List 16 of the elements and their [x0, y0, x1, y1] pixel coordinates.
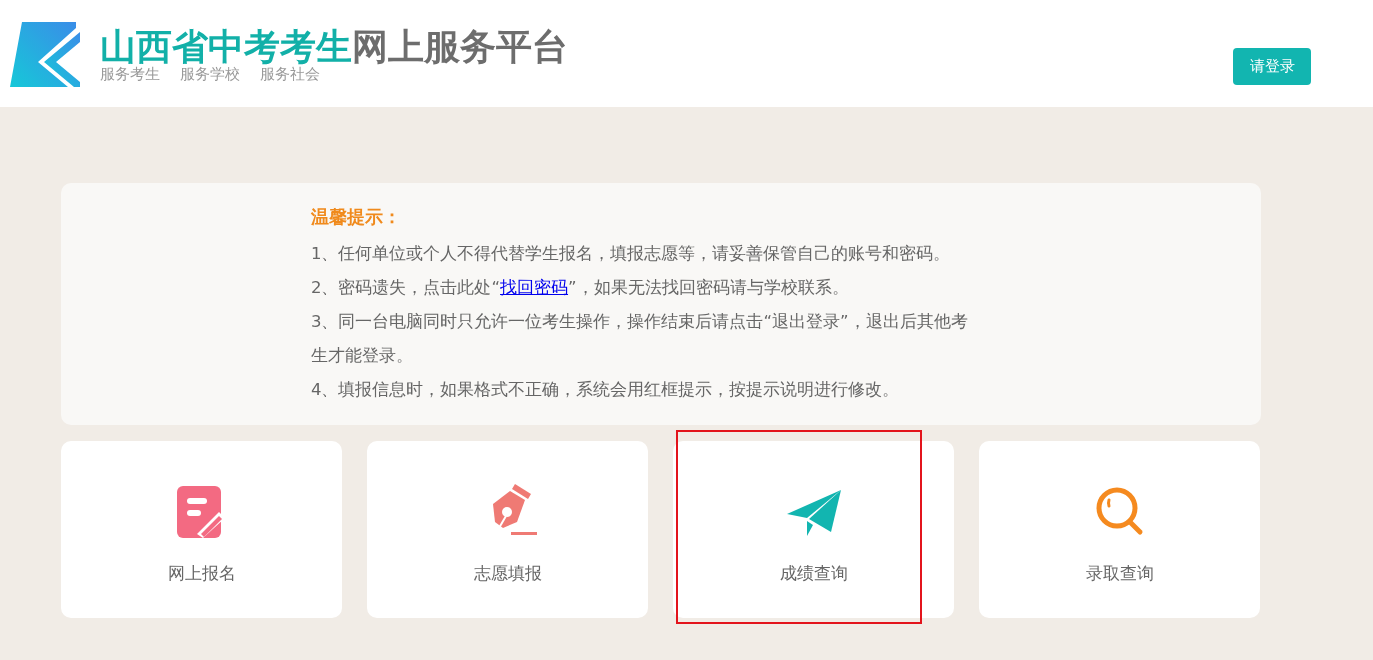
logo-icon	[10, 22, 80, 87]
notice-line: 2、密码遗失，点击此处“找回密码”，如果无法找回密码请与学校联系。	[311, 277, 850, 299]
notice-line: 3、同一台电脑同时只允许一位考生操作，操作结束后请点击“退出登录”，退出后其他考生才能登录。	[311, 311, 969, 367]
search-icon	[1094, 486, 1145, 538]
recover-password-link[interactable]: 找回密码	[500, 278, 569, 297]
slogan: 服务考生	[100, 65, 160, 84]
slogan: 服务社会	[260, 65, 320, 84]
site-title: 山西省中考考生网上服务平台	[100, 25, 568, 67]
service-card[interactable]: 录取查询	[979, 441, 1260, 618]
notice-title: 温馨提示：	[311, 205, 402, 229]
slogan: 服务学校	[180, 65, 240, 84]
notice-line: 1、任何单位或个人不得代替学生报名，填报志愿等，请妥善保管自己的账号和密码。	[311, 243, 952, 265]
service-card[interactable]: 网上报名	[61, 441, 342, 618]
service-card[interactable]: 志愿填报	[367, 441, 648, 618]
notice-line: 4、填报信息时，如果格式不正确，系统会用红框提示，按提示说明进行修改。	[311, 379, 901, 401]
service-card[interactable]: 成绩查询	[673, 441, 954, 618]
